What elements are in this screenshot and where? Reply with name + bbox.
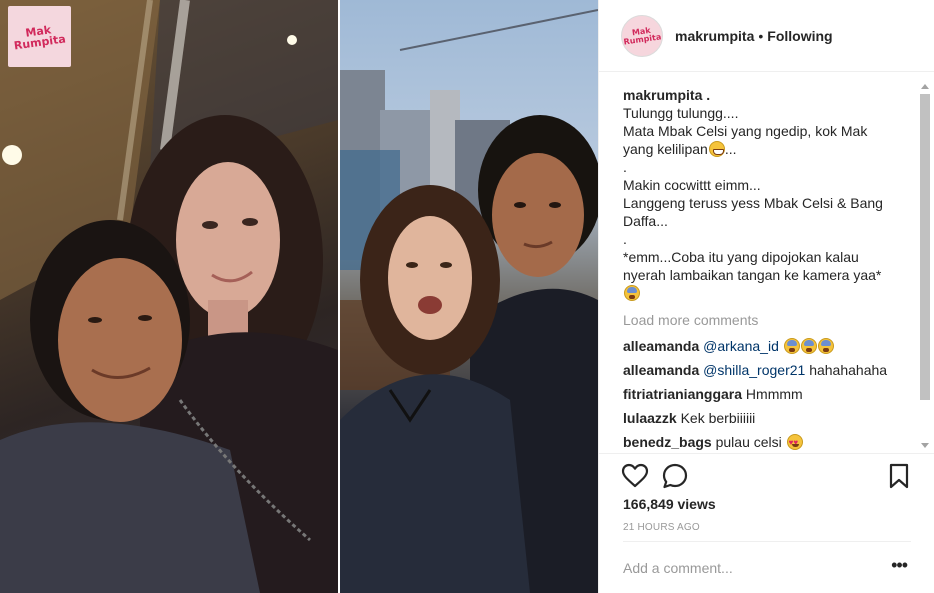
- like-heart-icon[interactable]: [621, 462, 649, 490]
- fear-emoji-icon: [624, 285, 640, 301]
- comment-bubble-icon[interactable]: [661, 462, 689, 490]
- comments-list[interactable]: makrumpita . Tulungg tulungg.... Mata Mb…: [623, 86, 913, 452]
- comment-item: alleamanda @arkana_id: [623, 337, 913, 355]
- comment-username-link[interactable]: alleamanda: [623, 338, 699, 354]
- comment-username-link[interactable]: lulaazzk: [623, 410, 677, 426]
- couple-photo-art: [340, 9, 598, 593]
- caption-line: .: [623, 159, 627, 175]
- comment-mention-link[interactable]: @shilla_roger21: [703, 362, 805, 378]
- caption-line: [623, 284, 913, 302]
- comment-text: Hmmmm: [745, 386, 803, 402]
- comment-item: lulaazzk Kek berbiiiiii: [623, 409, 913, 427]
- view-count[interactable]: 166,849 views: [623, 496, 716, 512]
- post-header: Mak Rumpita makrumpita • Following: [599, 0, 934, 72]
- selfie-photo-art: [0, 0, 338, 593]
- caption-line: nyerah lambaikan tangan ke kamera yaa*: [623, 267, 882, 283]
- comment-item: fitriatrianianggara Hmmmm: [623, 385, 913, 403]
- add-comment-input[interactable]: [623, 558, 873, 578]
- header-username-link[interactable]: makrumpita: [675, 28, 754, 44]
- grin-emoji-icon: [708, 141, 725, 157]
- scrollbar-thumb[interactable]: [920, 94, 930, 400]
- caption-line: .: [623, 231, 627, 247]
- load-more-comments-button[interactable]: Load more comments: [623, 311, 913, 329]
- caption-line: yang kelilipan...: [623, 140, 913, 158]
- fear-emoji-icon: [800, 338, 817, 354]
- caption-line: Daffa...: [623, 213, 668, 229]
- comment-mention-link[interactable]: @arkana_id: [703, 338, 779, 354]
- post-actions: 166,849 views 21 HOURS AGO •••: [599, 453, 934, 593]
- comment-item: alleamanda @shilla_roger21 hahahahaha: [623, 361, 913, 379]
- comment-text: pulau celsi: [715, 434, 782, 450]
- heart-eyes-emoji-icon: [786, 434, 803, 452]
- comment-username-link[interactable]: alleamanda: [623, 362, 699, 378]
- comment-text: hahahahaha: [809, 362, 888, 378]
- header-separator: •: [758, 28, 764, 44]
- scroll-up-arrow-icon[interactable]: [921, 84, 929, 89]
- caption-line-suffix: ...: [724, 141, 737, 157]
- add-comment-bar: •••: [623, 541, 911, 593]
- brand-watermark: Mak Rumpita: [8, 6, 71, 67]
- header-line: makrumpita • Following: [675, 28, 833, 44]
- caption-line: Langgeng teruss yess Mbak Celsi & Bang: [623, 195, 883, 211]
- caption-line: *emm...Coba itu yang dipojokan kalau: [623, 249, 859, 265]
- avatar[interactable]: Mak Rumpita: [621, 15, 663, 57]
- caption-line-text: yang kelilipan: [623, 141, 708, 157]
- more-options-icon[interactable]: •••: [891, 556, 908, 574]
- bookmark-save-icon[interactable]: [885, 462, 913, 490]
- comment-username-link[interactable]: fitriatrianianggara: [623, 386, 742, 402]
- selfie-photo: Mak Rumpita: [0, 0, 338, 593]
- comment-item: benedz_bags pulau celsi: [623, 433, 913, 452]
- comment-text: Kek berbiiiiii: [680, 410, 756, 426]
- avatar-text: Mak Rumpita: [623, 25, 662, 47]
- caption-line: Tulungg tulungg....: [623, 105, 739, 121]
- caption-line: Makin cocwittt eimm...: [623, 177, 761, 193]
- post-sidebar: Mak Rumpita makrumpita • Following makrump…: [598, 0, 934, 593]
- following-button[interactable]: Following: [767, 28, 832, 44]
- fear-emoji-icon: [783, 338, 800, 354]
- comments-scrollbar[interactable]: [919, 78, 931, 452]
- comment-username-link[interactable]: benedz_bags: [623, 434, 712, 450]
- watermark-text: Mak Rumpita: [13, 22, 67, 53]
- scroll-down-arrow-icon[interactable]: [921, 443, 929, 448]
- couple-photo: [340, 0, 598, 593]
- caption-line: Mata Mbak Celsi yang ngedip, kok Mak: [623, 123, 868, 139]
- caption-username-link[interactable]: makrumpita .: [623, 86, 913, 104]
- post-timestamp[interactable]: 21 HOURS AGO: [623, 522, 700, 533]
- fear-emoji-icon: [817, 338, 834, 354]
- post-media[interactable]: Mak Rumpita: [0, 0, 598, 593]
